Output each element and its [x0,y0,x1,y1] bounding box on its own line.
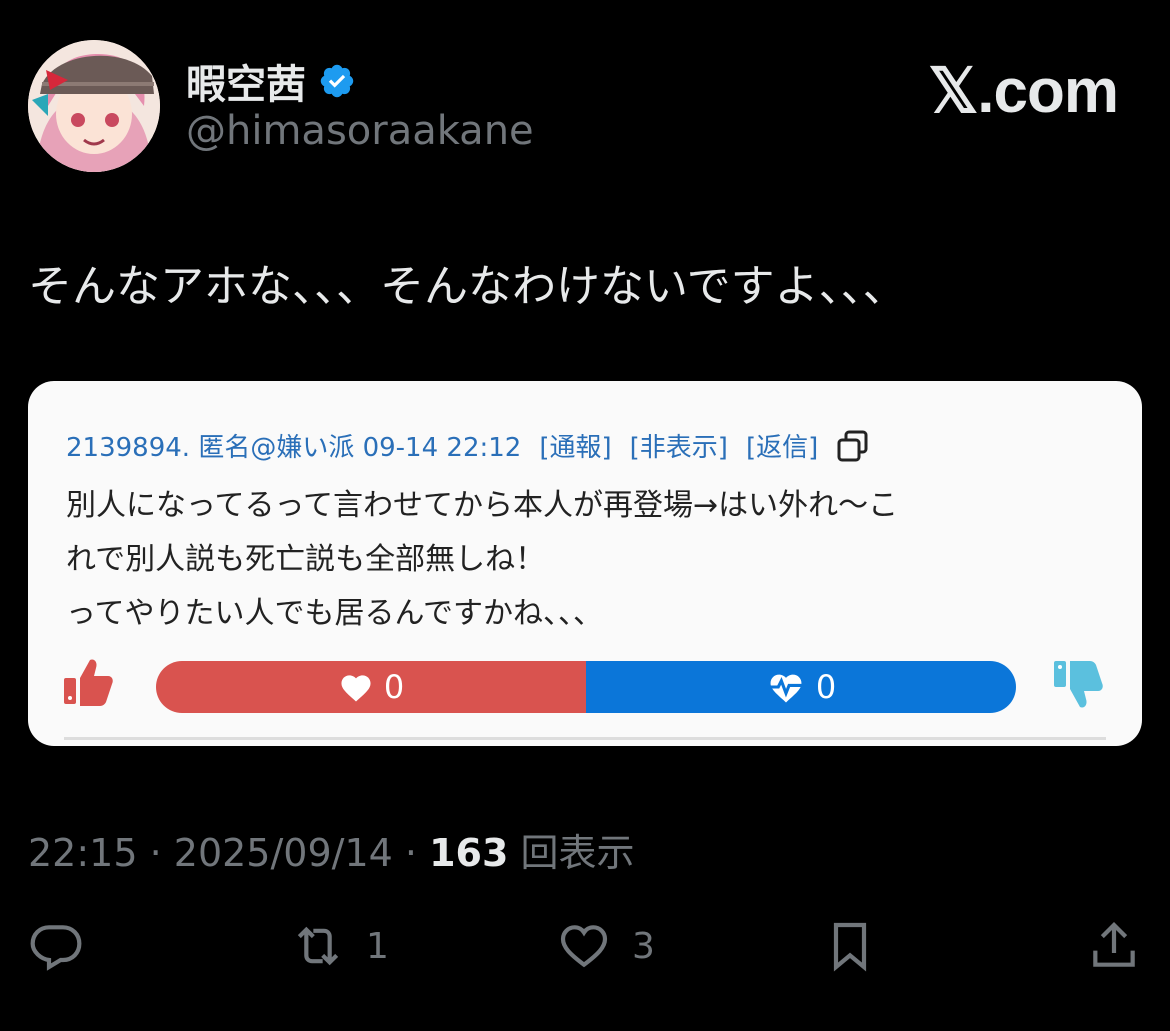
heart-icon [341,675,371,702]
display-name-row[interactable]: 暇空茜 [186,52,356,110]
reply-icon [30,925,82,971]
retweet-count: 1 [366,925,389,967]
display-name[interactable]: 暇空茜 [186,52,306,110]
heart-outline-icon [560,925,608,968]
tweet-text: そんなアホな、、、そんなわけないですよ、、、 [28,261,907,312]
like-button[interactable]: 3 [556,918,655,974]
good-vote-segment[interactable]: 0 [156,661,586,713]
thumbs-up-icon [64,659,113,706]
bookmark-button[interactable] [822,918,878,974]
retweet-button[interactable]: 1 [290,918,389,974]
verified-badge-icon [320,64,354,98]
tweet-date[interactable]: 2025/09/14 [174,831,393,875]
embedded-post-card[interactable]: 2139894. 匿名@嫌い派 09-14 22:12 [通報] [非表示] [… [28,381,1142,746]
copy-icon [837,430,868,461]
post-body-line: ってやりたい人でも居るんですかね、、、 [66,596,603,631]
post-body: 別人になってるって言わせてから本人が再登場→はい外れ〜こ れで別人説も死亡説も全… [66,479,1106,641]
views-count: 163 [429,831,509,875]
site-watermark: 𝕏.com [928,57,1119,126]
share-button[interactable] [1086,918,1142,974]
post-header: 2139894. 匿名@嫌い派 09-14 22:12 [通報] [非表示] [… [66,427,870,464]
user-handle[interactable]: @himasoraakane [186,108,534,154]
reply-button[interactable] [28,918,84,974]
separator-dot: · [149,831,174,875]
report-link: [通報] [539,433,612,463]
heart-pulse-icon [768,674,803,703]
vote-bar: 0 0 [156,661,1016,713]
post-body-line: れで別人説も死亡説も全部無しね！ [66,542,546,577]
bad-count: 0 [815,668,837,706]
post-id-author-date: 2139894. 匿名@嫌い派 09-14 22:12 [66,433,522,463]
reply-link: [返信] [745,433,819,463]
tweet-meta: 22:15 · 2025/09/14 · 163 回表示 [28,822,635,877]
post-body-line: 別人になってるって言わせてから本人が再登場→はい外れ〜こ [66,488,899,523]
views-label: 回表示 [520,831,635,875]
retweet-icon [297,926,339,966]
card-divider [64,737,1106,740]
separator-dot: · [404,831,430,875]
avatar[interactable] [28,40,160,172]
tweet-time[interactable]: 22:15 [28,831,138,875]
bad-vote-segment[interactable]: 0 [586,661,1016,713]
like-count: 3 [632,925,655,967]
avatar-image [28,40,160,172]
good-count: 0 [383,668,405,706]
bookmark-icon [833,922,867,972]
thumbs-down-icon [1054,661,1103,708]
hide-link: [非表示] [629,433,728,463]
share-icon [1093,922,1135,967]
